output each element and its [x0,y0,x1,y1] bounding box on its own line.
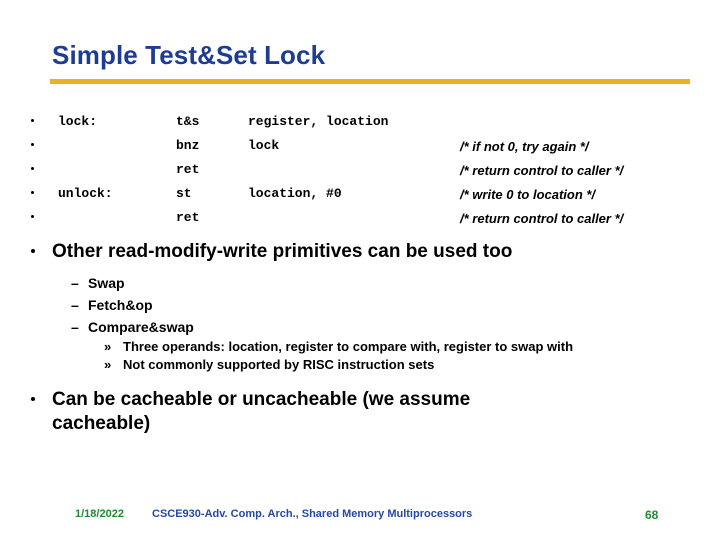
footer-course-title: CSCE930-Adv. Comp. Arch., Shared Memory … [152,508,473,520]
slide: Simple Test&Set Lock lock: t&s register,… [0,0,720,540]
code-opcode: ret [176,162,200,177]
bullet-level3-text: Three operands: location, register to co… [123,339,574,354]
guillemet-marker-icon: » [104,357,112,372]
bullet-level2-text: Swap [88,275,125,291]
bullet-level2: – Swap [0,272,720,294]
title-underline-rule [50,79,690,84]
code-operands: register, location [248,114,389,129]
bullet-level1: Other read-modify-write primitives can b… [0,240,720,264]
code-operands: location, #0 [248,186,342,201]
bullet-dot-icon [31,397,35,401]
code-label: unlock: [58,186,113,201]
code-bullet-icon [31,191,34,194]
code-opcode: st [176,186,192,201]
slide-footer: 1/18/2022 CSCE930-Adv. Comp. Arch., Shar… [0,508,720,528]
page-title: Simple Test&Set Lock [52,40,326,70]
code-opcode: bnz [176,138,200,153]
bullet-dot-icon [31,249,35,253]
code-comment: /* return control to caller */ [460,163,624,178]
code-bullet-icon [31,119,34,122]
code-row: unlock: st location, #0 /* write 0 to lo… [0,184,720,208]
code-row: ret /* return control to caller */ [0,160,720,184]
code-row: bnz lock /* if not 0, try again */ [0,136,720,160]
dash-marker-icon: – [71,297,79,313]
code-bullet-icon [31,167,34,170]
code-row: lock: t&s register, location [0,112,720,136]
bullet-level3-text: Not commonly supported by RISC instructi… [123,357,435,372]
bullet-level1-text: Can be cacheable or uncacheable (we assu… [52,389,471,434]
code-opcode: t&s [176,114,200,129]
code-operands: lock [248,138,280,153]
bullet-level3: » Three operands: location, register to … [0,338,720,356]
bullet-level2: – Fetch&op [0,294,720,316]
bullet-level2-text: Compare&swap [88,319,194,335]
dash-marker-icon: – [71,319,79,335]
code-bullet-icon [31,215,34,218]
bullet-level2: – Compare&swap [0,316,720,338]
code-bullet-icon [31,143,34,146]
code-listing: lock: t&s register, location bnz lock /*… [0,112,720,232]
bullet-level1: Can be cacheable or uncacheable (we assu… [0,388,720,436]
code-label: lock: [58,114,98,129]
code-comment: /* return control to caller */ [460,211,624,226]
code-opcode: ret [176,210,200,225]
dash-marker-icon: – [71,275,79,291]
footer-page-number: 68 [645,508,659,522]
code-row: ret /* return control to caller */ [0,208,720,232]
code-comment: /* if not 0, try again */ [460,139,589,154]
footer-date: 1/18/2022 [75,508,124,520]
bullet-level2-text: Fetch&op [88,297,153,313]
bullet-level3: » Not commonly supported by RISC instruc… [0,356,720,374]
bullet-body: Other read-modify-write primitives can b… [0,240,720,438]
bullet-level1-text: Other read-modify-write primitives can b… [52,241,513,262]
guillemet-marker-icon: » [104,339,112,354]
code-comment: /* write 0 to location */ [460,187,596,202]
